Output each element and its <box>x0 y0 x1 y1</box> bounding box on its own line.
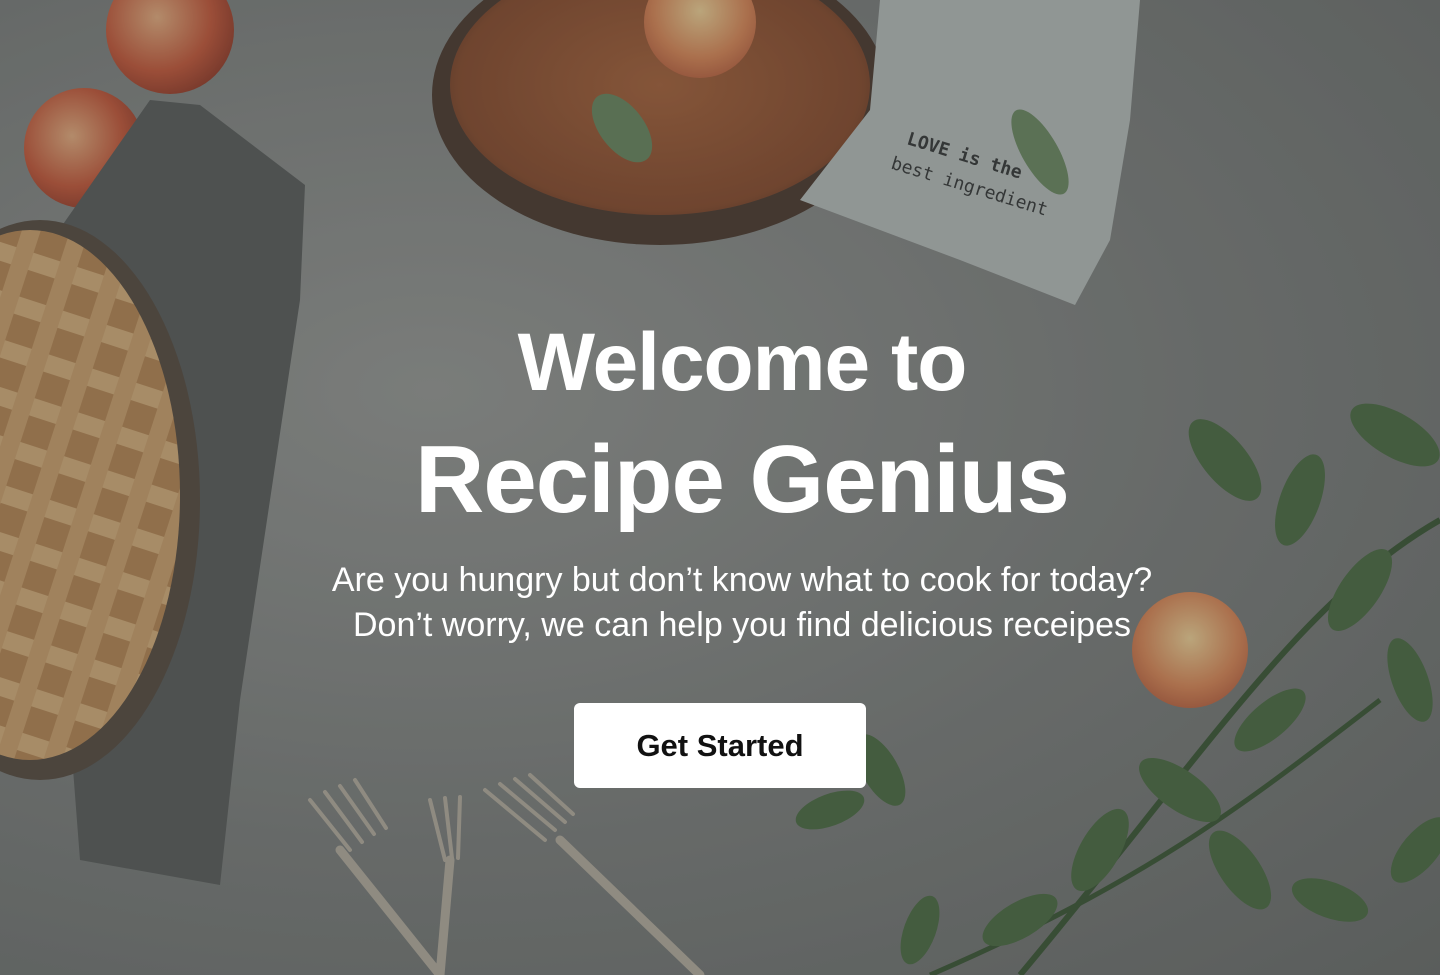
subtitle-line-2: Don’t worry, we can help you find delici… <box>353 606 1131 644</box>
hero-subtitle: Are you hungry but don’t know what to co… <box>0 558 1440 648</box>
app-name-heading: Recipe Genius <box>415 426 1070 533</box>
welcome-heading: Welcome to <box>517 317 968 408</box>
hero-content: Welcome to Recipe Genius Are you hungry … <box>0 0 1440 975</box>
hero-section: LOVE is the best ingredient Welcome to R… <box>0 0 1440 975</box>
subtitle-line-1: Are you hungry but don’t know what to co… <box>331 561 1153 599</box>
get-started-button[interactable]: Get Started <box>574 703 866 788</box>
